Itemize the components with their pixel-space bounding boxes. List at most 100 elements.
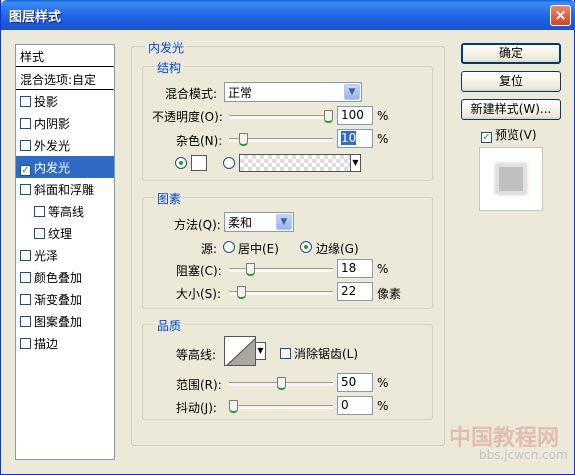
contour-label: 等高线:	[176, 348, 217, 362]
watermark-url: bbs.jcwcn.com	[479, 448, 568, 462]
style-item-label: 渐变叠加	[34, 293, 83, 307]
style-checkbox[interactable]	[20, 272, 31, 283]
contour-picker[interactable]	[224, 336, 256, 366]
style-checkbox[interactable]	[34, 228, 45, 239]
styles-list: 样式 混合选项:自定 投影 内阴影外发光 ✓ 内发光斜面和浮雕等高线纹理光泽颜色叠加渐变…	[15, 44, 115, 460]
choke-slider-track[interactable]	[229, 268, 333, 272]
style-checkbox[interactable]: ✓	[20, 165, 31, 176]
style-item[interactable]: 颜色叠加	[16, 266, 114, 288]
size-slider-thumb[interactable]	[237, 286, 247, 299]
jitter-slider-track[interactable]	[229, 405, 333, 409]
preview-checkbox[interactable]: ✓ 预览(V)	[481, 126, 537, 143]
preview-square	[496, 164, 526, 194]
reset-button[interactable]: 复位	[461, 71, 561, 92]
style-checkbox[interactable]	[20, 316, 31, 327]
method-value: 柔和	[228, 216, 253, 230]
source-edge-radio[interactable]	[300, 241, 312, 253]
range-slider-thumb[interactable]	[276, 377, 286, 390]
chevron-down-icon: ▼	[257, 346, 264, 355]
method-label: 方法(Q):	[174, 218, 221, 232]
style-item[interactable]: 等高线	[16, 200, 114, 222]
antialias-check-icon	[280, 348, 291, 359]
style-item[interactable]: 光泽	[16, 244, 114, 266]
preview-thumbnail	[479, 147, 543, 211]
gradient-dropdown[interactable]: ▼	[350, 154, 361, 172]
quality-title: 品质	[154, 317, 185, 334]
inner-glow-title: 内发光	[145, 39, 188, 56]
style-item[interactable]: 混合选项:自定	[16, 68, 114, 90]
new-style-button[interactable]: 新建样式(W)...	[461, 99, 561, 120]
style-item-label: 颜色叠加	[34, 271, 83, 285]
style-checkbox[interactable]	[20, 250, 31, 261]
style-item[interactable]: 外发光	[16, 134, 114, 156]
range-input[interactable]: 50	[337, 373, 373, 392]
opacity-input[interactable]: 100	[337, 106, 373, 125]
source-edge-label[interactable]: 边缘(G)	[316, 240, 359, 257]
opacity-unit: %	[377, 109, 389, 123]
window-title: 图层样式	[9, 10, 62, 25]
size-unit: 像素	[377, 287, 402, 301]
source-center-label[interactable]: 居中(E)	[238, 240, 279, 257]
ok-button[interactable]: 确定	[461, 43, 561, 64]
style-item[interactable]: 图案叠加	[16, 310, 114, 332]
antialias-label: 消除锯齿(L)	[294, 347, 359, 361]
styles-header[interactable]: 样式	[16, 45, 114, 67]
glow-gradient-swatch[interactable]	[239, 154, 351, 172]
style-checkbox[interactable]	[20, 118, 31, 129]
style-checkbox[interactable]	[34, 206, 45, 217]
opacity-slider-track[interactable]	[229, 115, 333, 119]
blend-mode-select[interactable]: 正常 ▼	[224, 82, 362, 102]
noise-value: 10	[341, 131, 357, 145]
jitter-label: 抖动(J):	[176, 401, 217, 415]
style-checkbox[interactable]	[20, 96, 31, 107]
title-bar[interactable]: 图层样式 ×	[1, 0, 575, 30]
style-item[interactable]: ✓ 内发光	[16, 156, 114, 178]
style-item[interactable]: 内阴影	[16, 112, 114, 134]
jitter-slider-thumb[interactable]	[229, 400, 238, 413]
structure-title: 结构	[154, 59, 185, 76]
chevron-down-icon: ▼	[344, 84, 360, 100]
jitter-input[interactable]: 0	[337, 396, 373, 415]
style-checkbox[interactable]	[20, 338, 31, 349]
noise-slider-thumb[interactable]	[238, 133, 248, 146]
opacity-slider-thumb[interactable]	[324, 110, 333, 123]
close-button[interactable]: ×	[550, 5, 571, 26]
source-center-radio[interactable]	[223, 241, 235, 253]
contour-curve-icon	[226, 338, 255, 365]
layer-style-dialog: 图层样式 × 样式 混合选项:自定 投影 内阴影 外发光 ✓ 内发光 斜面和浮雕 等高线 纹理光…	[0, 0, 575, 475]
style-item-label: 外发光	[34, 139, 71, 153]
range-unit: %	[377, 376, 389, 390]
antialias-checkbox[interactable]: 消除锯齿(L)	[280, 345, 358, 362]
choke-slider-thumb[interactable]	[246, 263, 256, 276]
glow-color-swatch[interactable]	[191, 155, 207, 171]
size-input[interactable]: 22	[337, 282, 373, 301]
solid-color-radio[interactable]	[175, 157, 187, 169]
gradient-radio[interactable]	[223, 157, 235, 169]
style-item-label: 图案叠加	[34, 315, 83, 329]
blend-mode-label: 混合模式:	[165, 87, 218, 101]
opacity-label: 不透明度(O):	[152, 110, 223, 124]
style-item[interactable]: 渐变叠加	[16, 288, 114, 310]
style-item-label: 描边	[34, 337, 59, 351]
style-item[interactable]: 投影	[16, 90, 114, 112]
style-item[interactable]: 斜面和浮雕	[16, 178, 114, 200]
style-item[interactable]: 纹理	[16, 222, 114, 244]
style-item[interactable]: 描边	[16, 332, 114, 354]
blend-mode-value: 正常	[228, 86, 253, 100]
style-checkbox[interactable]	[20, 184, 31, 195]
style-item-label: 内发光	[34, 161, 71, 175]
style-item-label: 等高线	[48, 205, 85, 219]
noise-input[interactable]: 10	[337, 129, 373, 148]
chevron-down-icon: ▼	[276, 214, 292, 230]
contour-dropdown[interactable]: ▼	[255, 342, 266, 360]
preview-check-icon: ✓	[481, 132, 492, 143]
style-item-label: 光泽	[34, 249, 59, 263]
choke-input[interactable]: 18	[337, 259, 373, 278]
style-checkbox[interactable]	[20, 294, 31, 305]
style-item-label: 纹理	[48, 227, 73, 241]
source-label: 源:	[201, 242, 218, 256]
style-checkbox[interactable]	[20, 140, 31, 151]
style-item-label: 斜面和浮雕	[34, 183, 95, 197]
method-select[interactable]: 柔和 ▼	[224, 212, 294, 232]
choke-unit: %	[377, 262, 389, 276]
